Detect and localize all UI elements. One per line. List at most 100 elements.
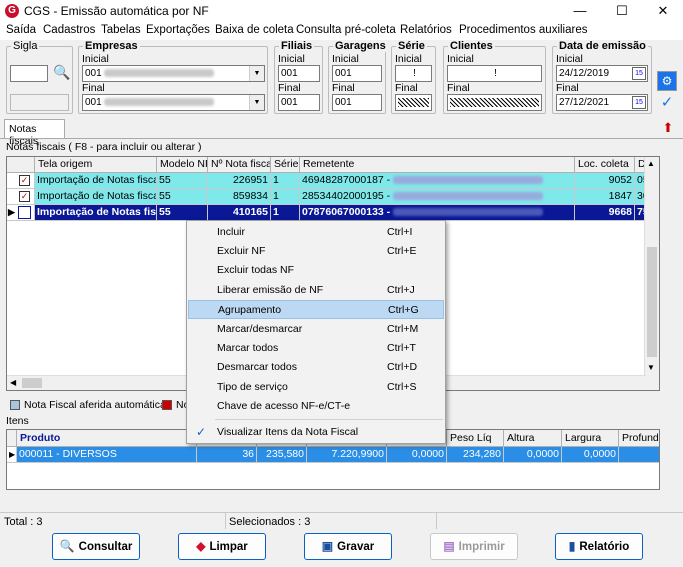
relatorio-button[interactable]: ▮ Relatório	[555, 533, 643, 560]
cell-serie: 1	[271, 189, 300, 205]
settings-gear-icon[interactable]: ⚙	[657, 71, 677, 91]
search-icon[interactable]: 🔍	[53, 64, 70, 81]
save-icon: ▣	[321, 539, 334, 553]
consultar-label: Consultar	[78, 541, 133, 553]
header-loc-coleta[interactable]: Loc. coleta	[575, 157, 635, 173]
status-divider	[436, 513, 437, 529]
header-produto[interactable]: Produto	[17, 430, 197, 447]
gravar-button[interactable]: ▣ Gravar	[304, 533, 392, 560]
menu-item-agrupamento[interactable]: Agrupamento Ctrl+G	[188, 300, 444, 319]
cliente-inicial-input[interactable]: !	[447, 65, 542, 82]
empresa-final-value: 001	[85, 97, 102, 108]
garagem-inicial-input[interactable]: 001	[332, 65, 382, 82]
scroll-up-icon[interactable]: ▲	[647, 159, 655, 168]
menu-item-desmarcar-todos[interactable]: Desmarcar todos Ctrl+D	[188, 358, 444, 377]
cell-loc-coleta: 9052	[575, 173, 635, 189]
redacted-text	[104, 98, 215, 107]
menu-bar: Saída Cadastros Tabelas Exportações Baix…	[0, 22, 683, 40]
sigla-group: Sigla 🔍	[6, 40, 73, 114]
limpar-label: Limpar	[209, 541, 248, 553]
menu-item-excluir-todas[interactable]: Excluir todas NF	[188, 261, 444, 280]
menu-item-excluir-nf[interactable]: Excluir NF Ctrl+E	[188, 242, 444, 261]
header-peso-liq[interactable]: Peso Líq	[447, 430, 504, 447]
cell-loc-coleta: 1847	[575, 189, 635, 205]
filial-inicial-input[interactable]: 001	[278, 65, 320, 82]
header-tela-origem[interactable]: Tela origem	[35, 157, 157, 173]
cell-nota: 410165	[208, 205, 271, 221]
menu-cadastros[interactable]: Cadastros	[43, 24, 95, 36]
menu-saida[interactable]: Saída	[6, 24, 36, 36]
export-icon[interactable]: ⬆	[660, 120, 676, 136]
data-inicial-input[interactable]: 24/12/2019 15	[556, 65, 648, 82]
row-checkbox[interactable]	[18, 206, 31, 219]
scroll-thumb[interactable]	[647, 247, 657, 357]
vertical-scrollbar[interactable]: ▲ ▼	[644, 157, 659, 390]
header-nota-fiscal[interactable]: Nº Nota fiscal	[208, 157, 271, 173]
menu-item-tipo-servico[interactable]: Tipo de serviço Ctrl+S	[188, 378, 444, 397]
menu-consulta-pre-coleta[interactable]: Consulta pré-coleta	[296, 24, 396, 36]
calendar-icon[interactable]: 15	[632, 67, 646, 80]
header-modelo-nf[interactable]: Modelo NF	[157, 157, 208, 173]
header-serie[interactable]: Série	[271, 157, 300, 173]
minimize-button[interactable]: —	[560, 0, 600, 22]
scroll-thumb[interactable]	[22, 378, 42, 388]
menu-procedimentos-auxiliares[interactable]: Procedimentos auxiliares	[459, 24, 587, 36]
report-icon: ▮	[568, 539, 576, 553]
header-largura[interactable]: Largura	[562, 430, 619, 447]
remetente-text: 28534402000195 -	[302, 190, 391, 202]
menu-exportacoes[interactable]: Exportações	[146, 24, 210, 36]
limpar-button[interactable]: ◆ Limpar	[178, 533, 266, 560]
menu-item-visualizar-itens[interactable]: ✓ Visualizar Itens da Nota Fiscal	[188, 423, 444, 442]
cell-nota: 226951	[208, 173, 271, 189]
imprimir-button[interactable]: ▤ Imprimir	[430, 533, 518, 560]
header-profundidade[interactable]: Profundid	[619, 430, 659, 447]
menu-item-incluir[interactable]: Incluir Ctrl+I	[188, 223, 444, 242]
menu-relatorios[interactable]: Relatórios	[400, 24, 452, 36]
serie-final-input[interactable]	[395, 94, 432, 111]
table-row[interactable]: ✓ Importação de Notas fiscais 55 859834 …	[7, 189, 659, 205]
cell-tela-origem: Importação de Notas fiscais	[35, 173, 157, 189]
empresa-inicial-select[interactable]: 001 ▼	[82, 65, 265, 82]
close-button[interactable]: ✕	[643, 0, 683, 22]
menu-baixa-coleta[interactable]: Baixa de coleta	[215, 24, 294, 36]
filial-final-input[interactable]: 001	[278, 94, 320, 111]
row-indicator: ▶	[7, 205, 35, 221]
garagens-final-label: Final	[332, 82, 355, 94]
menu-item-marcar-desmarcar[interactable]: Marcar/desmarcar Ctrl+M	[188, 320, 444, 339]
status-total: Total : 3	[4, 516, 43, 528]
menu-item-chave-acesso[interactable]: Chave de acesso NF-e/CT-e	[188, 397, 444, 416]
sigla-label: Sigla	[11, 40, 40, 52]
menu-item-marcar-todos[interactable]: Marcar todos Ctrl+T	[188, 339, 444, 358]
status-selecionados: Selecionados : 3	[229, 516, 311, 528]
row-checkbox[interactable]: ✓	[19, 175, 30, 186]
row-checkbox[interactable]: ✓	[19, 191, 30, 202]
header-altura[interactable]: Altura	[504, 430, 562, 447]
serie-inicial-input[interactable]: !	[395, 65, 432, 82]
filiais-inicial-label: Inicial	[278, 53, 305, 65]
table-row[interactable]: ✓ Importação de Notas fiscais 55 226951 …	[7, 173, 659, 189]
calendar-icon[interactable]: 15	[632, 96, 646, 109]
tab-notas-fiscais[interactable]: Notas fiscais	[4, 119, 65, 147]
cell-tela-origem: Importação de Notas fiscais	[35, 205, 157, 221]
chevron-down-icon[interactable]: ▼	[249, 95, 264, 110]
remetente-text: 46948287000187 -	[302, 174, 391, 186]
item-row-selected[interactable]: ▶ 000011 - DIVERSOS 36 235,580 7.220,990…	[7, 447, 659, 463]
sigla-input[interactable]	[10, 65, 48, 82]
maximize-button[interactable]: ☐	[602, 0, 642, 22]
menu-tabelas[interactable]: Tabelas	[101, 24, 141, 36]
menu-item-liberar-emissao[interactable]: Liberar emissão de NF Ctrl+J	[188, 281, 444, 300]
data-final-input[interactable]: 27/12/2021 15	[556, 94, 648, 111]
scroll-down-icon[interactable]: ▼	[647, 363, 655, 372]
status-bar: Total : 3 Selecionados : 3	[0, 512, 683, 529]
checkmark-icon[interactable]: ✓	[657, 93, 677, 113]
filiais-label: Filiais	[279, 40, 315, 52]
header-remetente[interactable]: Remetente	[300, 157, 575, 173]
tab-divider	[0, 138, 683, 139]
consultar-button[interactable]: 🔍 Consultar	[52, 533, 140, 560]
empresa-final-select[interactable]: 001 ▼	[82, 94, 265, 111]
cliente-final-input[interactable]	[447, 94, 542, 111]
chevron-down-icon[interactable]: ▼	[249, 66, 264, 81]
table-row-selected[interactable]: ▶ Importação de Notas fiscais 55 410165 …	[7, 205, 659, 221]
garagem-final-input[interactable]: 001	[332, 94, 382, 111]
scroll-left-icon[interactable]: ◀	[10, 378, 16, 387]
